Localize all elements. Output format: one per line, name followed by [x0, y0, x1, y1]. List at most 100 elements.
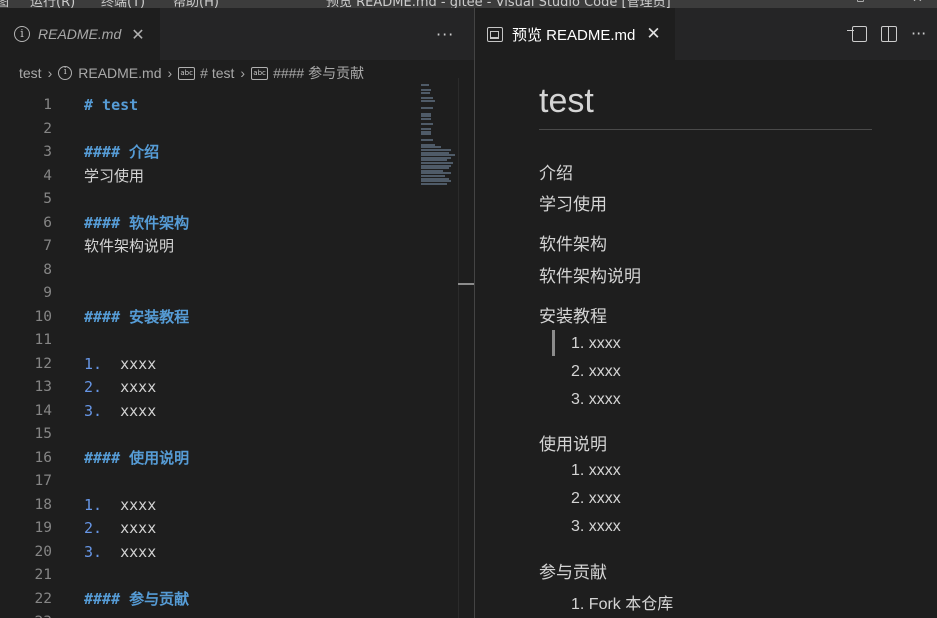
line-number: 20 [34, 543, 52, 560]
line-number: 8 [43, 261, 52, 278]
preview-h4: 安装教程 [539, 307, 607, 326]
tab-preview-readme[interactable]: 预览 README.md ✕ [475, 8, 675, 60]
code-line[interactable]: 13 2. xxxx [0, 376, 420, 400]
h1-underline [539, 129, 872, 130]
tab-readme-md[interactable]: i README.md ✕ [0, 8, 160, 60]
list-item-text: xxxx [102, 495, 157, 514]
plain-text: 学习使用 [84, 166, 145, 185]
close-tab-icon[interactable]: ✕ [131, 25, 144, 44]
restore-window-icon[interactable]: ▫ [856, 0, 865, 6]
menu-item-help[interactable]: 帮助(H) [173, 0, 219, 8]
preview-tab-bar: 预览 README.md ✕ ··· [475, 8, 937, 60]
code-editor[interactable]: 1 # test 2 3 #### 介绍 4 学习使用 5 6 #### 软件架构 7 软件架构说明 8… [0, 86, 460, 618]
preview-list-item: 2. xxxx [571, 363, 621, 380]
line-number: 15 [34, 426, 52, 442]
list-text: 2. xxxx [84, 376, 156, 400]
preview-sync-indicator [552, 330, 555, 356]
editor-tab-bar: i README.md ✕ ··· [0, 8, 474, 60]
line-number: 23 [0, 611, 52, 618]
code-line[interactable]: 4 学习使用 [0, 165, 420, 189]
menu-item-run[interactable]: 运行(R) [30, 0, 75, 8]
code-line[interactable]: 21 [0, 564, 420, 588]
list-number: 1. [84, 495, 103, 514]
minimap-line [421, 133, 431, 136]
minimap[interactable] [418, 78, 458, 188]
open-source-icon[interactable] [847, 26, 867, 42]
chevron-right-icon: › [47, 65, 53, 81]
heading-text: #### 参与贡献 [84, 589, 190, 608]
more-actions-icon[interactable]: ··· [911, 25, 929, 43]
list-text: 2. xxxx [84, 517, 156, 541]
minimap-line [421, 84, 429, 86]
code-line[interactable]: 12 1. xxxx [0, 353, 420, 377]
code-line[interactable]: 18 1. xxxx [0, 494, 420, 518]
preview-paragraph: 学习使用 [539, 195, 607, 214]
string-symbol-icon: abc [178, 66, 196, 80]
line-number: 6 [43, 214, 52, 231]
code-line[interactable]: 11 [0, 329, 420, 353]
preview-list-item: 1. Fork 本仓库 [571, 596, 674, 613]
code-line[interactable]: 10 #### 安装教程 [0, 306, 420, 330]
preview-h1: test [539, 82, 594, 120]
code-line[interactable]: 6 #### 软件架构 [0, 212, 420, 236]
line-number: 1 [43, 97, 52, 113]
menu-item-terminal[interactable]: 终端(T) [101, 0, 145, 8]
preview-h4: 介绍 [539, 164, 573, 183]
more-actions-icon[interactable]: ··· [436, 25, 454, 44]
split-editor-icon[interactable] [881, 26, 897, 42]
code-line[interactable]: 19 2. xxxx [0, 517, 420, 541]
code-line[interactable]: 1 # test [0, 94, 420, 118]
preview-list-item: 2. xxxx [571, 490, 621, 507]
close-window-icon[interactable]: ✕ [912, 0, 923, 6]
line-number: 22 [34, 590, 52, 607]
line-number: 16 [34, 449, 52, 466]
breadcrumb-folder[interactable]: test [19, 65, 42, 81]
code-line[interactable]: 23 [0, 611, 420, 618]
code-line[interactable]: 20 3. xxxx [0, 541, 420, 565]
code-line[interactable]: 17 [0, 470, 420, 494]
code-line[interactable]: 3 #### 介绍 [0, 141, 420, 165]
preview-h4: 使用说明 [539, 435, 607, 454]
list-number: 2. [84, 378, 103, 396]
code-line[interactable]: 8 [0, 259, 420, 283]
list-number: 3. [84, 542, 103, 561]
code-line[interactable]: 7 软件架构说明 [0, 235, 420, 259]
code-line[interactable]: 14 3. xxxx [0, 400, 420, 424]
menu-item-partial[interactable]: 图 [0, 0, 9, 8]
code-line[interactable]: 5 [0, 188, 420, 212]
breadcrumb-symbol-h4[interactable]: #### 参与贡献 [273, 63, 364, 83]
close-tab-icon[interactable]: ✕ [646, 24, 660, 44]
heading-text: #### 使用说明 [84, 448, 190, 467]
minimap-line [421, 182, 447, 185]
list-text: 3. xxxx [84, 400, 156, 424]
info-icon: i [58, 66, 73, 80]
code-line[interactable]: 2 [0, 118, 420, 142]
breadcrumb: test › i README.md › abc # test › abc ##… [0, 60, 474, 86]
editor-group-right: 预览 README.md ✕ ··· test 介绍 学习使用 软件架构 软件架构说明… [475, 8, 937, 618]
list-item-text: xxxx [102, 519, 157, 537]
code-line[interactable]: 9 [0, 282, 420, 306]
breadcrumb-file[interactable]: README.md [78, 65, 161, 81]
string-symbol-icon: abc [251, 66, 269, 80]
markdown-preview: test 介绍 学习使用 软件架构 软件架构说明 安装教程 1. xxxx 2. xxxx 3… [539, 60, 879, 618]
line-number: 4 [43, 167, 52, 184]
heading-text: # test [84, 96, 139, 114]
line-number: 18 [34, 496, 52, 513]
editor-group-left: i README.md ✕ ··· test › i README.md › a… [0, 8, 474, 618]
code-line[interactable]: 22 #### 参与贡献 [0, 588, 420, 612]
line-number: 10 [34, 308, 52, 325]
preview-list-item: 1. xxxx [571, 462, 621, 479]
preview-h4: 参与贡献 [539, 563, 607, 582]
list-number: 2. [84, 519, 103, 537]
line-number: 9 [43, 285, 52, 301]
breadcrumb-symbol-h1[interactable]: # test [200, 65, 234, 81]
preview-paragraph: 软件架构说明 [539, 267, 641, 286]
code-line[interactable]: 15 [0, 423, 420, 447]
chevron-right-icon: › [240, 65, 246, 81]
line-number: 19 [34, 520, 52, 536]
preview-list-item: 3. xxxx [571, 391, 621, 408]
line-number: 12 [34, 355, 52, 372]
line-number: 14 [34, 402, 52, 419]
vertical-scrollbar[interactable] [458, 78, 474, 618]
code-line[interactable]: 16 #### 使用说明 [0, 447, 420, 471]
